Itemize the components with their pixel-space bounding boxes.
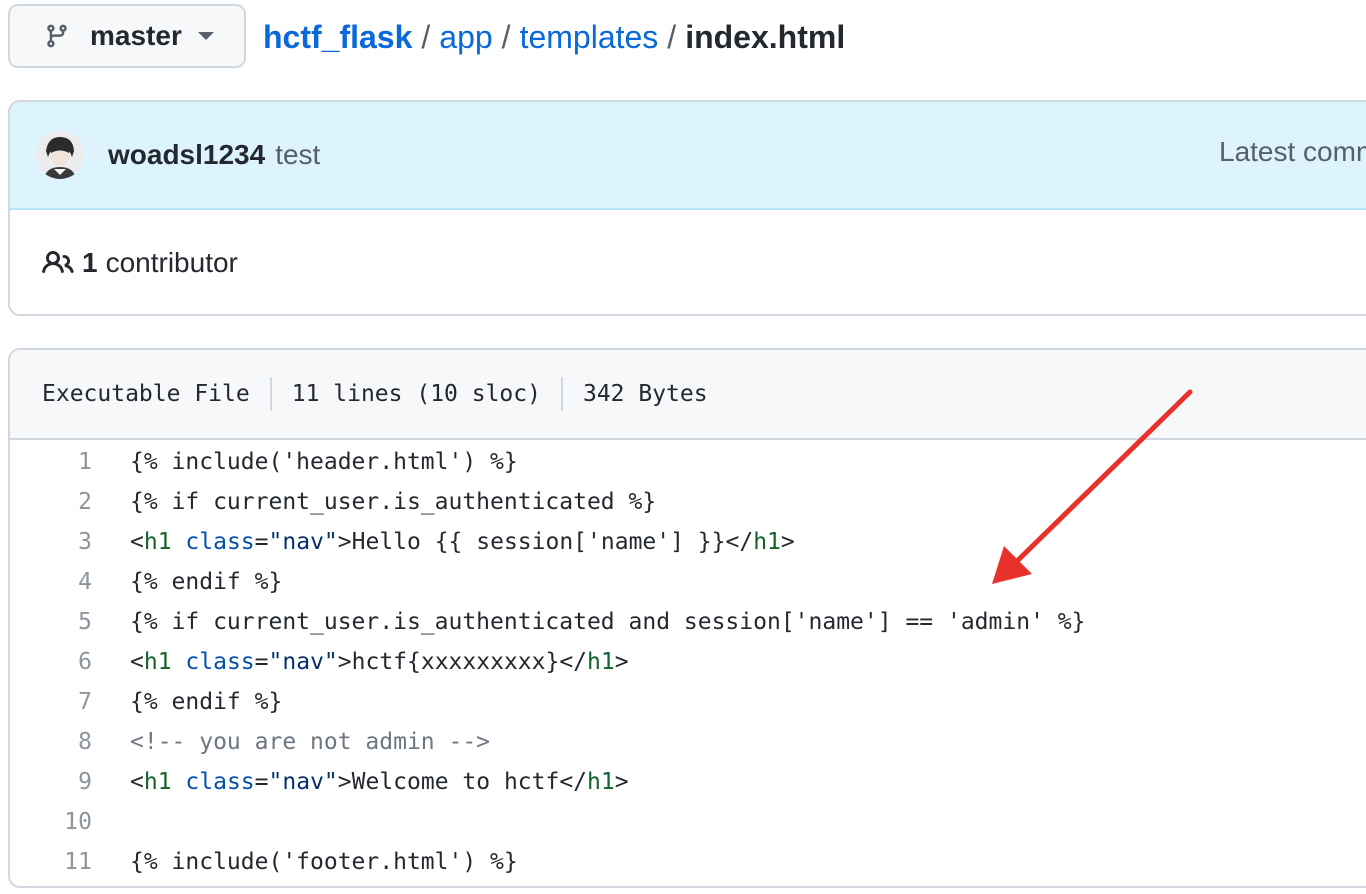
code-token: class [185, 769, 255, 795]
line-code: <h1 class="nav">hctf{xxxxxxxxx}</h1> [92, 649, 629, 675]
code-token: class [185, 529, 255, 555]
breadcrumb-separator: / [501, 18, 511, 55]
code-token: > [780, 529, 795, 555]
code-token: < [130, 649, 144, 675]
file-viewer: Executable File 11 lines (10 sloc) 342 B… [8, 348, 1366, 888]
code-token: "nav" [268, 769, 338, 795]
branch-label: master [90, 20, 182, 51]
code-token: = [254, 769, 269, 795]
code-token: h1 [143, 769, 172, 795]
code-body: 1 {% include('header.html') %} 2 {% if curr… [10, 440, 1366, 882]
code-token: h1 [753, 529, 781, 555]
line-code: {% include('footer.html') %} [92, 849, 518, 875]
contributor-count: 1 [82, 247, 98, 278]
line-code: {% endif %} [92, 689, 282, 715]
breadcrumb-current-file: index.html [685, 18, 846, 55]
breadcrumb: hctf_flask / app / templates / index.htm… [263, 14, 845, 60]
divider [269, 377, 272, 411]
latest-commit-label[interactable]: Latest comm [1219, 136, 1366, 168]
code-token: = [254, 529, 269, 555]
latest-commit-box: woadsl1234 test Latest comm 1 contributo… [8, 100, 1366, 316]
code-token: h1 [587, 769, 615, 795]
divider [560, 377, 563, 411]
line-code: <!-- you are not admin --> [92, 729, 490, 755]
file-info-bar: Executable File 11 lines (10 sloc) 342 B… [10, 350, 1366, 440]
chevron-down-icon [197, 32, 214, 40]
code-token: h1 [143, 649, 172, 675]
code-token: <!-- you are not admin --> [130, 729, 491, 755]
git-branch-icon [44, 21, 74, 51]
code-token: >hctf{xxxxxxxxx}</ [337, 649, 588, 675]
code-token: < [130, 529, 144, 555]
code-line: 6 <h1 class="nav">hctf{xxxxxxxxx}</h1> [10, 642, 1366, 682]
file-line-count: 11 lines (10 sloc) [291, 381, 541, 407]
contributor-label: contributor [105, 247, 238, 278]
line-number[interactable]: 11 [10, 849, 92, 875]
code-token: {% include('footer.html') %} [130, 849, 518, 875]
code-token: h1 [587, 649, 615, 675]
file-mode: Executable File [42, 381, 250, 407]
branch-selector-button[interactable]: master [8, 4, 246, 68]
line-code: {% if current_user.is_authenticated and … [92, 609, 1085, 635]
breadcrumb-separator: / [421, 18, 431, 55]
line-number[interactable]: 8 [10, 729, 92, 755]
line-code: {% endif %} [92, 569, 282, 595]
commit-header: woadsl1234 test Latest comm [10, 102, 1366, 210]
line-code: {% if current_user.is_authenticated %} [92, 489, 656, 515]
code-line: 1 {% include('header.html') %} [10, 442, 1366, 482]
code-line: 5 {% if current_user.is_authenticated and… [10, 602, 1366, 642]
line-code: <h1 class="nav">Welcome to hctf</h1> [92, 769, 629, 795]
code-token: = [254, 649, 269, 675]
code-token: h1 [143, 529, 172, 555]
code-token: >Welcome to hctf</ [337, 769, 588, 795]
line-number[interactable]: 5 [10, 609, 92, 635]
commit-message-link[interactable]: test [275, 139, 320, 171]
code-token: > [614, 769, 629, 795]
line-number[interactable]: 3 [10, 529, 92, 555]
line-code: {% include('header.html') %} [92, 449, 518, 475]
breadcrumb-dir-templates-link[interactable]: templates [520, 19, 659, 56]
line-number[interactable]: 10 [10, 809, 92, 835]
code-token: {% endif %} [130, 569, 283, 595]
line-number[interactable]: 9 [10, 769, 92, 795]
code-line: 10 [10, 802, 1366, 842]
code-line: 9 <h1 class="nav">Welcome to hctf</h1> [10, 762, 1366, 802]
code-token: > [614, 649, 629, 675]
code-token: "nav" [268, 649, 338, 675]
line-number[interactable]: 2 [10, 489, 92, 515]
people-icon [42, 246, 76, 280]
line-number[interactable]: 4 [10, 569, 92, 595]
code-token: < [130, 769, 144, 795]
code-token: {% endif %} [130, 689, 283, 715]
code-line: 8 <!-- you are not admin --> [10, 722, 1366, 762]
code-token: >Hello {{ session['name'] }}</ [337, 529, 754, 555]
code-line: 2 {% if current_user.is_authenticated %} [10, 482, 1366, 522]
code-token: {% if current_user.is_authenticated %} [130, 489, 657, 515]
commit-author-link[interactable]: woadsl1234 [108, 139, 265, 171]
code-line: 7 {% endif %} [10, 682, 1366, 722]
contributors-row[interactable]: 1 contributor [10, 210, 1366, 314]
code-line: 4 {% endif %} [10, 562, 1366, 602]
breadcrumb-dir-app-link[interactable]: app [439, 19, 492, 56]
avatar[interactable] [36, 131, 84, 179]
code-token: class [185, 649, 255, 675]
breadcrumb-separator: / [667, 18, 677, 55]
file-size: 342 Bytes [582, 381, 708, 407]
code-token: "nav" [268, 529, 338, 555]
line-number[interactable]: 1 [10, 449, 92, 475]
code-line: 11 {% include('footer.html') %} [10, 842, 1366, 882]
code-line: 3 <h1 class="nav">Hello {{ session['name'… [10, 522, 1366, 562]
code-token: {% if current_user.is_authenticated and … [130, 609, 1086, 635]
line-number[interactable]: 7 [10, 689, 92, 715]
code-token: {% include('header.html') %} [130, 449, 518, 475]
line-code: <h1 class="nav">Hello {{ session['name']… [92, 529, 795, 555]
line-number[interactable]: 6 [10, 649, 92, 675]
breadcrumb-repo-link[interactable]: hctf_flask [263, 19, 412, 56]
